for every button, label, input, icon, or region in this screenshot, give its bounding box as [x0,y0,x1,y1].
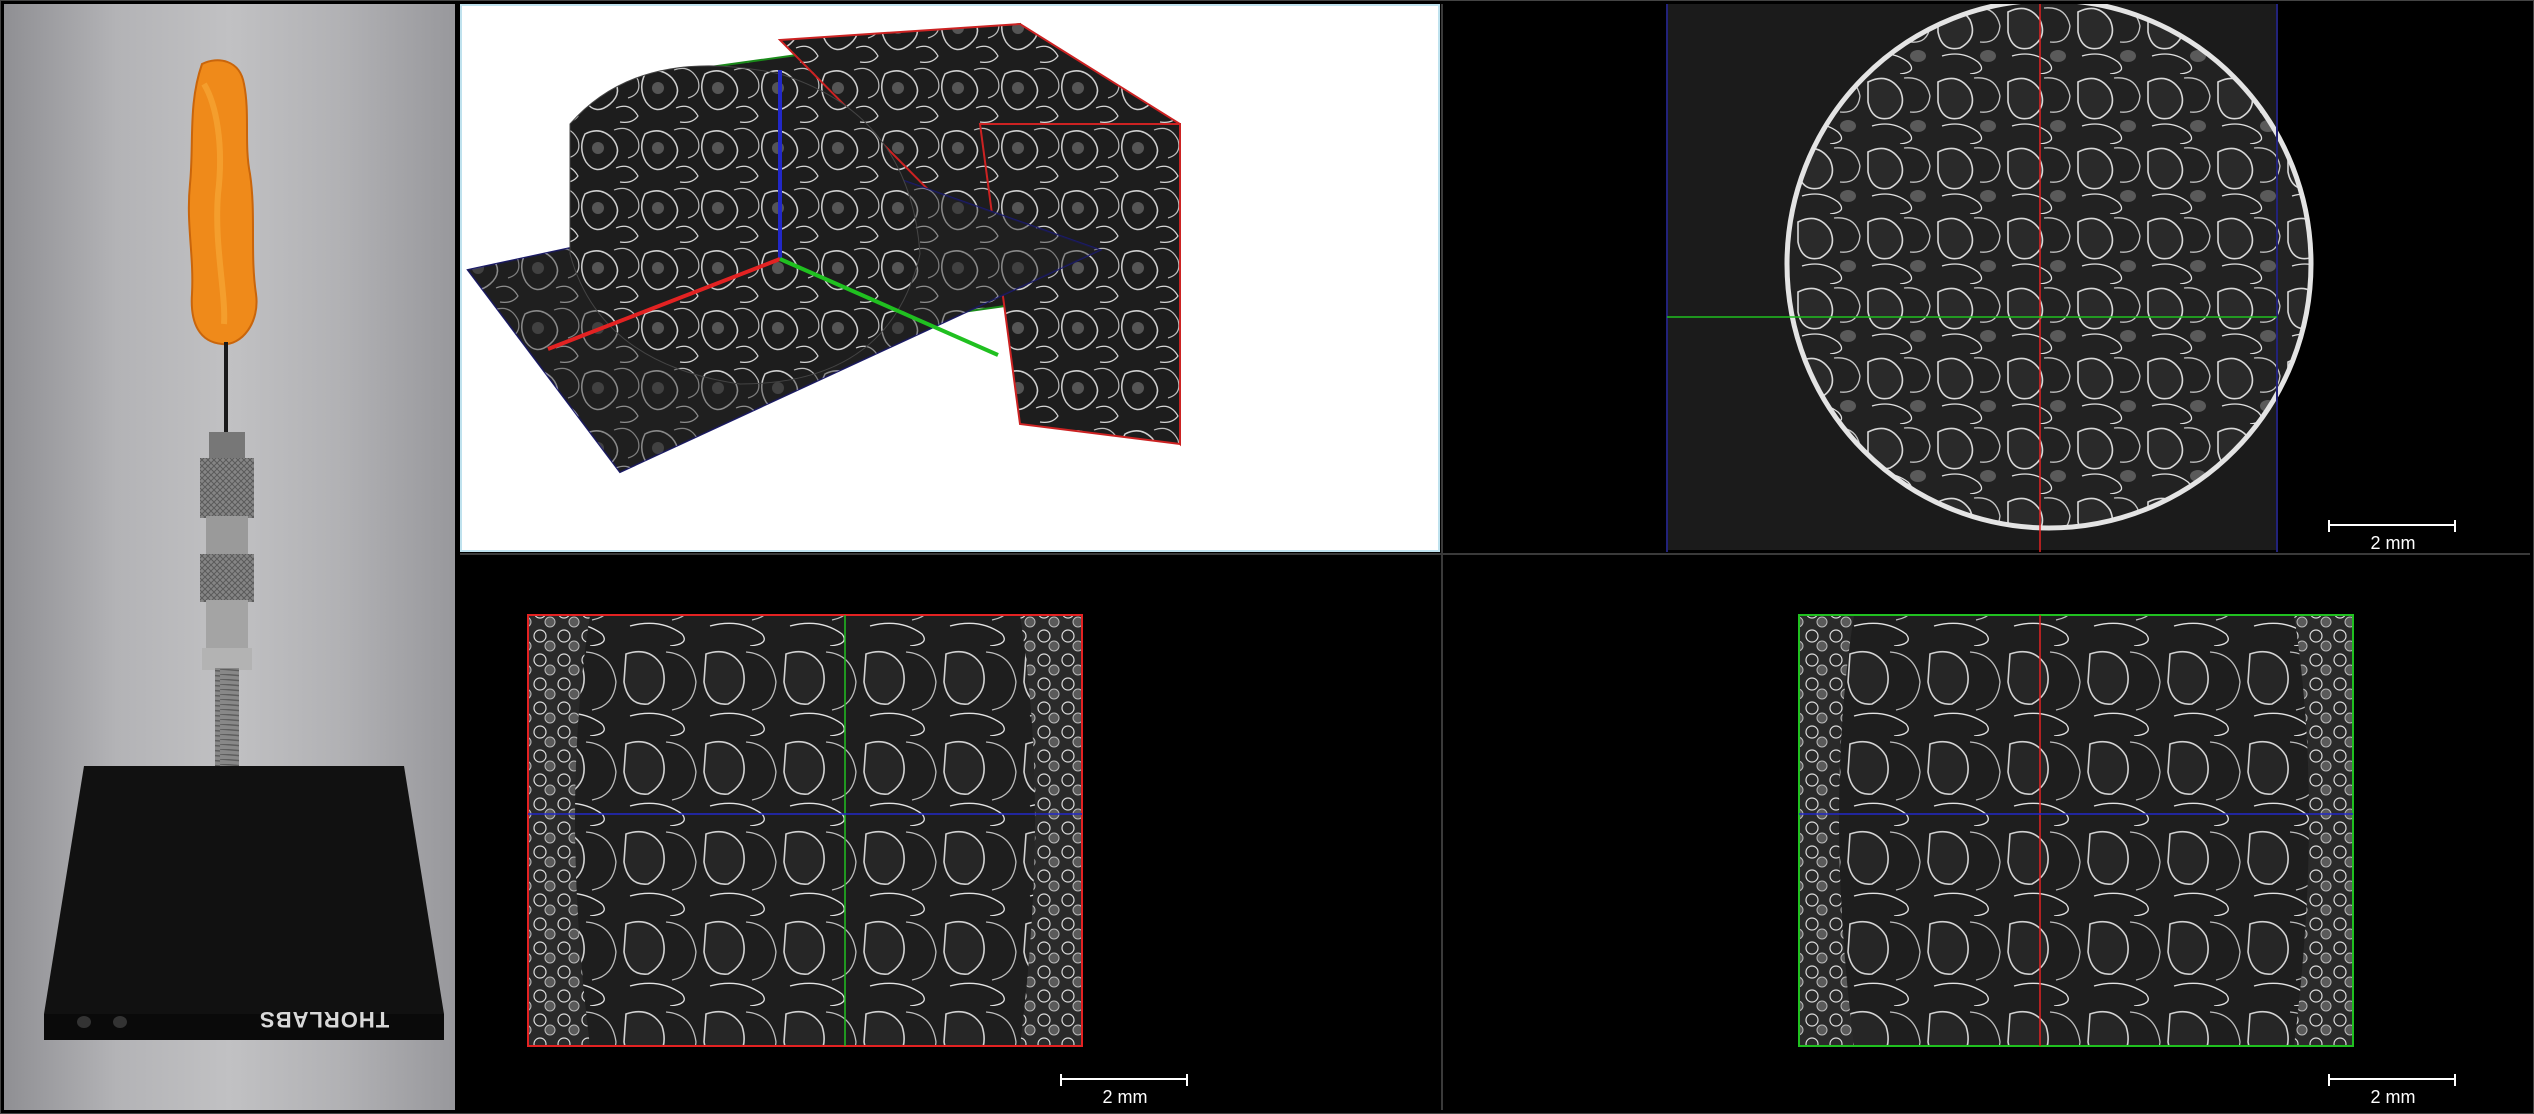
brand-label: THORLABS [259,1007,390,1032]
mount-base [44,766,444,1014]
coronal-slice-view[interactable]: 2 mm [460,556,1440,1110]
orthoslice-3d-render [466,22,1181,474]
scalebar-label: 2 mm [2370,533,2416,552]
needle [224,342,228,434]
sagittal-slice-image [1798,614,2354,1047]
axial-slice-image [1666,4,2314,552]
coronal-slice-image [527,614,1083,1047]
sample-photo: THORLABS [4,4,455,1110]
mounted-snack-image [44,59,444,1040]
panel-divider-vertical [1441,4,1443,1110]
axial-cross-section [1784,4,2314,531]
volume-3d-view[interactable] [460,4,1440,552]
scalebar-label: 2 mm [2370,1087,2416,1107]
scalebar-label: 2 mm [1102,1087,1148,1107]
sagittal-slice-view[interactable]: 2 mm [1444,556,2530,1110]
scalebar-sagittal: 2 mm [2328,1074,2458,1110]
scalebar-axial: 2 mm [2328,520,2458,552]
pin-vise-top [209,432,245,460]
scalebar-coronal: 2 mm [1060,1074,1190,1110]
panel-divider-horizontal [460,553,2530,555]
axial-slice-view[interactable]: 2 mm [1444,4,2530,552]
